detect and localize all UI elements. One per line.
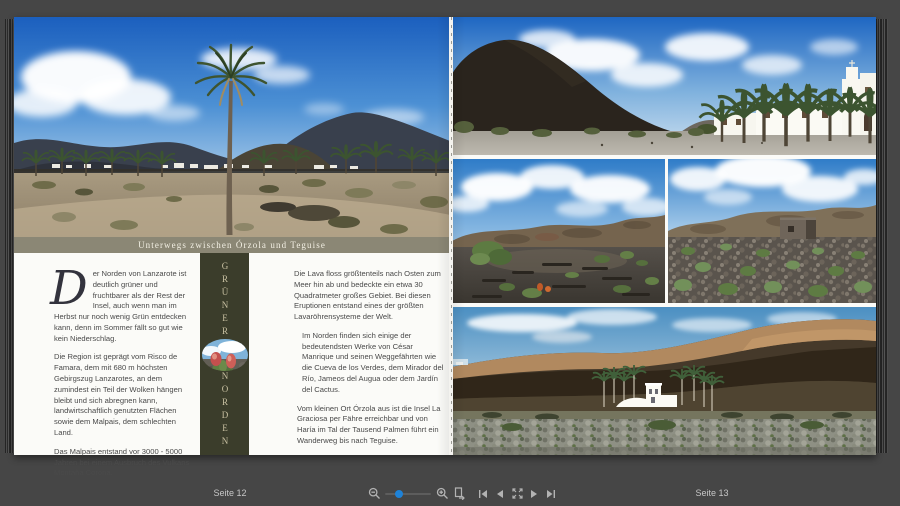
zoom-in-icon[interactable] [435, 487, 449, 501]
chapter-side-band[interactable]: GRÜNER [200, 253, 249, 455]
paragraph: Der Norden von Lanzarote ist deutlich gr… [54, 269, 196, 344]
previous-page-icon[interactable] [493, 487, 507, 501]
paragraph: Im Norden finden sich einige der bedeute… [294, 331, 446, 396]
text-frame-left[interactable]: Der Norden von Lanzarote ist deutlich gr… [54, 269, 196, 487]
page-12: Unterwegs zwischen Órzola und Teguise GR… [14, 17, 450, 455]
page-stack-edge-left [5, 19, 14, 453]
photo-caption-bar[interactable]: Unterwegs zwischen Órzola und Teguise [14, 237, 450, 253]
cactus-fruit-photo[interactable] [202, 339, 248, 371]
paragraph: Die Region ist geprägt vom Risco de Fama… [54, 352, 196, 438]
palm-landscape-photo[interactable] [14, 17, 450, 237]
paragraph: Das Malpais entstand vor 3000 - 5000 Jah… [54, 447, 196, 479]
volcano-church-photo[interactable] [452, 17, 876, 155]
next-page-icon[interactable] [527, 487, 541, 501]
zoom-slider-track[interactable] [385, 493, 431, 495]
page-number-right: Seite 13 [672, 488, 752, 498]
dropcap: D [50, 270, 88, 309]
paragraph: Die Lava floss größtenteils nach Osten z… [294, 269, 446, 323]
page-stack-edge-right [876, 19, 888, 453]
book-spread: Unterwegs zwischen Órzola und Teguise GR… [14, 17, 876, 455]
page-13 [452, 17, 876, 455]
page-number-left: Seite 12 [190, 488, 270, 498]
band-word-bottom: NORDEN [220, 371, 229, 449]
last-page-icon[interactable] [544, 487, 558, 501]
text-frame-right[interactable]: Die Lava floss größtenteils nach Osten z… [294, 269, 446, 455]
zoom-slider-handle[interactable] [395, 490, 403, 498]
band-word-top: GRÜNER [220, 261, 229, 339]
fit-page-icon[interactable] [452, 487, 466, 501]
fit-to-window-icon[interactable] [510, 487, 524, 501]
zoom-slider[interactable] [385, 487, 431, 501]
zoom-out-icon[interactable] [367, 487, 381, 501]
stone-walls-vineyard-photo[interactable] [668, 159, 876, 303]
first-page-icon[interactable] [476, 487, 490, 501]
view-controls [367, 486, 558, 501]
valley-church-panorama-photo[interactable] [452, 307, 876, 455]
paragraph: Vom kleinen Ort Órzola aus ist die Insel… [294, 404, 446, 447]
crater-farmland-photo[interactable] [452, 159, 665, 303]
spine-fold-line [449, 17, 453, 455]
photobook-editor-window: Unterwegs zwischen Órzola und Teguise GR… [0, 0, 900, 506]
photo-caption-text: Unterwegs zwischen Órzola und Teguise [138, 240, 326, 250]
